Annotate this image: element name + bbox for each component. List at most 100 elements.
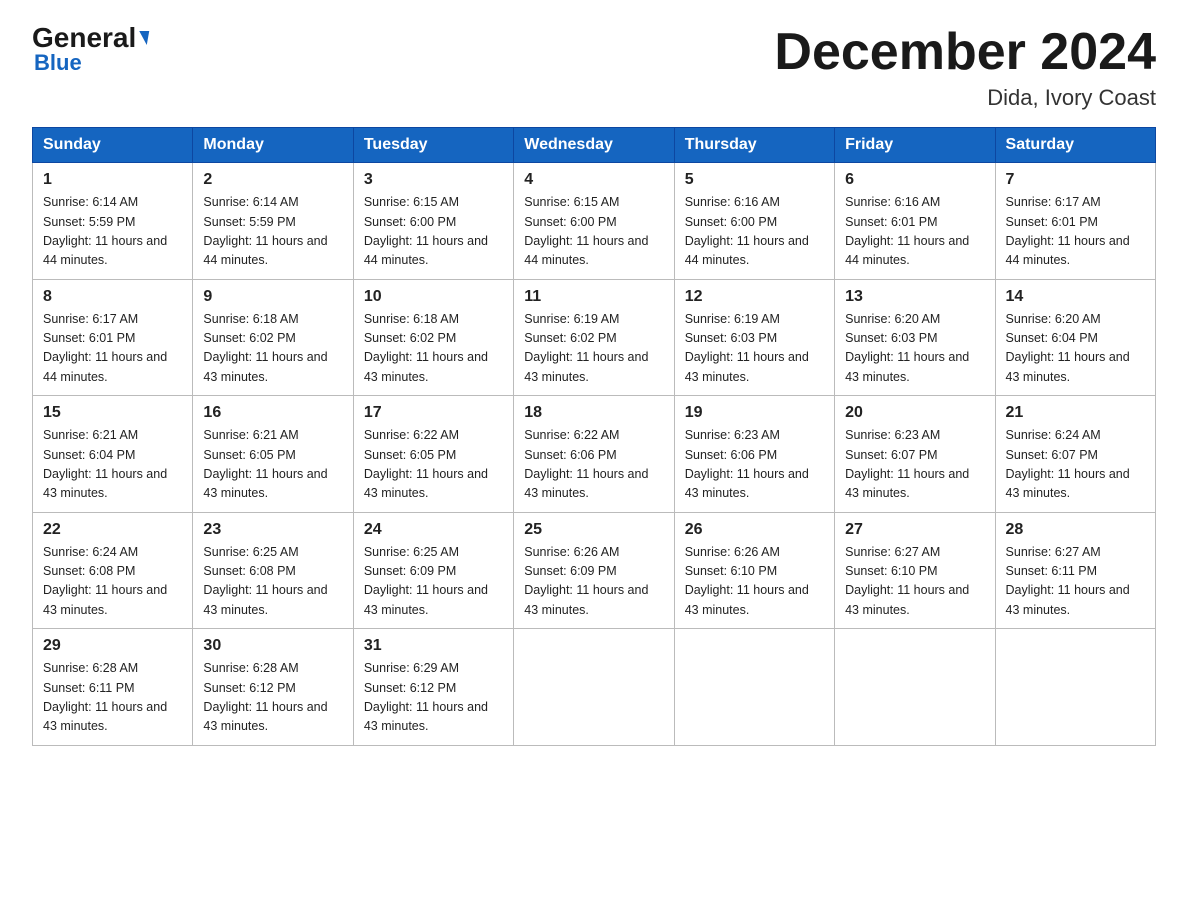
day-number: 17: [364, 404, 503, 422]
day-number: 6: [845, 171, 984, 189]
day-number: 7: [1006, 171, 1145, 189]
month-title: December 2024: [774, 24, 1156, 81]
calendar-cell: 22 Sunrise: 6:24 AM Sunset: 6:08 PM Dayl…: [33, 512, 193, 629]
day-number: 14: [1006, 288, 1145, 306]
calendar-cell: 17 Sunrise: 6:22 AM Sunset: 6:05 PM Dayl…: [353, 396, 513, 513]
calendar-cell: 26 Sunrise: 6:26 AM Sunset: 6:10 PM Dayl…: [674, 512, 834, 629]
day-info: Sunrise: 6:25 AM Sunset: 6:08 PM Dayligh…: [203, 543, 342, 621]
calendar-cell: 31 Sunrise: 6:29 AM Sunset: 6:12 PM Dayl…: [353, 629, 513, 746]
day-info: Sunrise: 6:23 AM Sunset: 6:06 PM Dayligh…: [685, 426, 824, 504]
header: General Blue December 2024 Dida, Ivory C…: [32, 24, 1156, 111]
day-info: Sunrise: 6:20 AM Sunset: 6:04 PM Dayligh…: [1006, 310, 1145, 388]
logo-arrow-icon: [137, 31, 149, 45]
logo: General Blue: [32, 24, 148, 76]
calendar-cell: 10 Sunrise: 6:18 AM Sunset: 6:02 PM Dayl…: [353, 279, 513, 396]
calendar-cell: 13 Sunrise: 6:20 AM Sunset: 6:03 PM Dayl…: [835, 279, 995, 396]
logo-text: General: [32, 24, 136, 52]
calendar-cell: 12 Sunrise: 6:19 AM Sunset: 6:03 PM Dayl…: [674, 279, 834, 396]
day-info: Sunrise: 6:14 AM Sunset: 5:59 PM Dayligh…: [203, 193, 342, 271]
calendar-cell: 20 Sunrise: 6:23 AM Sunset: 6:07 PM Dayl…: [835, 396, 995, 513]
calendar-cell: 25 Sunrise: 6:26 AM Sunset: 6:09 PM Dayl…: [514, 512, 674, 629]
calendar-cell: 18 Sunrise: 6:22 AM Sunset: 6:06 PM Dayl…: [514, 396, 674, 513]
day-number: 21: [1006, 404, 1145, 422]
day-number: 13: [845, 288, 984, 306]
day-info: Sunrise: 6:16 AM Sunset: 6:01 PM Dayligh…: [845, 193, 984, 271]
col-header-tuesday: Tuesday: [353, 128, 513, 163]
day-number: 15: [43, 404, 182, 422]
day-info: Sunrise: 6:15 AM Sunset: 6:00 PM Dayligh…: [364, 193, 503, 271]
calendar-week-row: 1 Sunrise: 6:14 AM Sunset: 5:59 PM Dayli…: [33, 163, 1156, 280]
calendar-cell: [835, 629, 995, 746]
day-info: Sunrise: 6:16 AM Sunset: 6:00 PM Dayligh…: [685, 193, 824, 271]
calendar-week-row: 15 Sunrise: 6:21 AM Sunset: 6:04 PM Dayl…: [33, 396, 1156, 513]
calendar-cell: 24 Sunrise: 6:25 AM Sunset: 6:09 PM Dayl…: [353, 512, 513, 629]
day-number: 26: [685, 521, 824, 539]
calendar-header-row: SundayMondayTuesdayWednesdayThursdayFrid…: [33, 128, 1156, 163]
day-number: 12: [685, 288, 824, 306]
calendar-cell: 30 Sunrise: 6:28 AM Sunset: 6:12 PM Dayl…: [193, 629, 353, 746]
day-number: 20: [845, 404, 984, 422]
calendar-cell: 7 Sunrise: 6:17 AM Sunset: 6:01 PM Dayli…: [995, 163, 1155, 280]
day-number: 2: [203, 171, 342, 189]
day-number: 31: [364, 637, 503, 655]
day-info: Sunrise: 6:19 AM Sunset: 6:03 PM Dayligh…: [685, 310, 824, 388]
day-info: Sunrise: 6:18 AM Sunset: 6:02 PM Dayligh…: [203, 310, 342, 388]
calendar-cell: 8 Sunrise: 6:17 AM Sunset: 6:01 PM Dayli…: [33, 279, 193, 396]
day-info: Sunrise: 6:26 AM Sunset: 6:09 PM Dayligh…: [524, 543, 663, 621]
calendar-cell: 19 Sunrise: 6:23 AM Sunset: 6:06 PM Dayl…: [674, 396, 834, 513]
day-info: Sunrise: 6:27 AM Sunset: 6:10 PM Dayligh…: [845, 543, 984, 621]
day-info: Sunrise: 6:26 AM Sunset: 6:10 PM Dayligh…: [685, 543, 824, 621]
logo-general: General: [32, 22, 136, 53]
day-info: Sunrise: 6:17 AM Sunset: 6:01 PM Dayligh…: [43, 310, 182, 388]
day-number: 25: [524, 521, 663, 539]
day-number: 9: [203, 288, 342, 306]
day-info: Sunrise: 6:28 AM Sunset: 6:12 PM Dayligh…: [203, 659, 342, 737]
calendar-cell: 29 Sunrise: 6:28 AM Sunset: 6:11 PM Dayl…: [33, 629, 193, 746]
day-info: Sunrise: 6:23 AM Sunset: 6:07 PM Dayligh…: [845, 426, 984, 504]
col-header-saturday: Saturday: [995, 128, 1155, 163]
day-info: Sunrise: 6:21 AM Sunset: 6:04 PM Dayligh…: [43, 426, 182, 504]
day-number: 10: [364, 288, 503, 306]
day-info: Sunrise: 6:22 AM Sunset: 6:05 PM Dayligh…: [364, 426, 503, 504]
calendar-week-row: 22 Sunrise: 6:24 AM Sunset: 6:08 PM Dayl…: [33, 512, 1156, 629]
day-info: Sunrise: 6:20 AM Sunset: 6:03 PM Dayligh…: [845, 310, 984, 388]
calendar-cell: 6 Sunrise: 6:16 AM Sunset: 6:01 PM Dayli…: [835, 163, 995, 280]
calendar-week-row: 8 Sunrise: 6:17 AM Sunset: 6:01 PM Dayli…: [33, 279, 1156, 396]
day-info: Sunrise: 6:24 AM Sunset: 6:07 PM Dayligh…: [1006, 426, 1145, 504]
calendar-cell: 21 Sunrise: 6:24 AM Sunset: 6:07 PM Dayl…: [995, 396, 1155, 513]
day-number: 5: [685, 171, 824, 189]
calendar-week-row: 29 Sunrise: 6:28 AM Sunset: 6:11 PM Dayl…: [33, 629, 1156, 746]
day-info: Sunrise: 6:24 AM Sunset: 6:08 PM Dayligh…: [43, 543, 182, 621]
day-info: Sunrise: 6:21 AM Sunset: 6:05 PM Dayligh…: [203, 426, 342, 504]
day-info: Sunrise: 6:27 AM Sunset: 6:11 PM Dayligh…: [1006, 543, 1145, 621]
day-number: 18: [524, 404, 663, 422]
day-number: 16: [203, 404, 342, 422]
calendar-table: SundayMondayTuesdayWednesdayThursdayFrid…: [32, 127, 1156, 746]
day-number: 23: [203, 521, 342, 539]
day-info: Sunrise: 6:14 AM Sunset: 5:59 PM Dayligh…: [43, 193, 182, 271]
day-number: 30: [203, 637, 342, 655]
calendar-cell: 2 Sunrise: 6:14 AM Sunset: 5:59 PM Dayli…: [193, 163, 353, 280]
calendar-cell: 11 Sunrise: 6:19 AM Sunset: 6:02 PM Dayl…: [514, 279, 674, 396]
calendar-cell: [514, 629, 674, 746]
day-info: Sunrise: 6:29 AM Sunset: 6:12 PM Dayligh…: [364, 659, 503, 737]
day-number: 19: [685, 404, 824, 422]
day-number: 4: [524, 171, 663, 189]
day-number: 3: [364, 171, 503, 189]
day-info: Sunrise: 6:22 AM Sunset: 6:06 PM Dayligh…: [524, 426, 663, 504]
day-number: 28: [1006, 521, 1145, 539]
day-number: 29: [43, 637, 182, 655]
day-info: Sunrise: 6:28 AM Sunset: 6:11 PM Dayligh…: [43, 659, 182, 737]
logo-blue: Blue: [32, 50, 82, 76]
calendar-cell: 23 Sunrise: 6:25 AM Sunset: 6:08 PM Dayl…: [193, 512, 353, 629]
calendar-cell: 4 Sunrise: 6:15 AM Sunset: 6:00 PM Dayli…: [514, 163, 674, 280]
title-area: December 2024 Dida, Ivory Coast: [774, 24, 1156, 111]
col-header-sunday: Sunday: [33, 128, 193, 163]
col-header-friday: Friday: [835, 128, 995, 163]
day-info: Sunrise: 6:15 AM Sunset: 6:00 PM Dayligh…: [524, 193, 663, 271]
day-info: Sunrise: 6:17 AM Sunset: 6:01 PM Dayligh…: [1006, 193, 1145, 271]
calendar-cell: 14 Sunrise: 6:20 AM Sunset: 6:04 PM Dayl…: [995, 279, 1155, 396]
calendar-cell: 28 Sunrise: 6:27 AM Sunset: 6:11 PM Dayl…: [995, 512, 1155, 629]
day-number: 24: [364, 521, 503, 539]
calendar-cell: 3 Sunrise: 6:15 AM Sunset: 6:00 PM Dayli…: [353, 163, 513, 280]
